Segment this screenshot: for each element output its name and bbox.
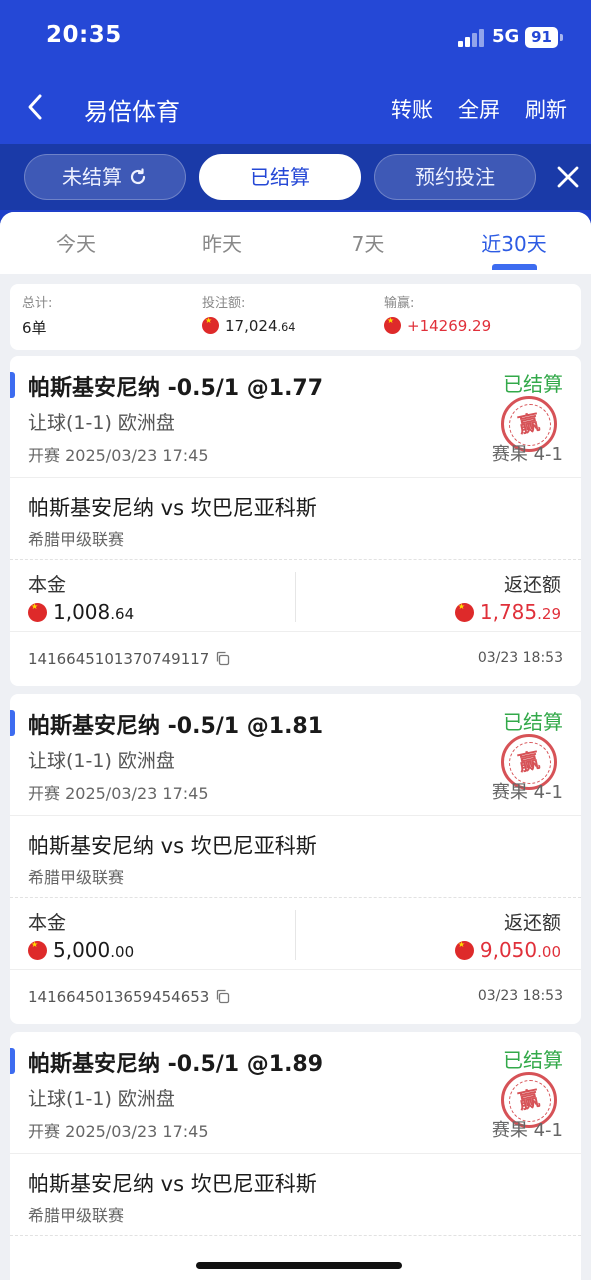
summary-panel: 总计: 6单 投注额: 17,024.64 输赢: +14269.29 <box>10 284 581 350</box>
tab-30-days[interactable]: 近30天 <box>454 228 574 257</box>
bet-title: 帕斯基安尼纳 -0.5/1 @1.81 <box>28 714 324 739</box>
league-name: 希腊甲级联赛 <box>28 868 125 887</box>
match-result: 赛果 4-1 <box>491 1120 563 1141</box>
status-bar: 20:35 5G 91 <box>0 0 591 74</box>
match-teams: 帕斯基安尼纳 vs 坎巴尼亚科斯 <box>28 1172 317 1196</box>
status-badge: 已结算 <box>503 372 563 396</box>
bet-title: 帕斯基安尼纳 -0.5/1 @1.89 <box>28 1052 324 1077</box>
page-title: 易倍体育 <box>84 98 180 126</box>
league-name: 希腊甲级联赛 <box>28 530 125 549</box>
home-indicator[interactable] <box>196 1262 402 1269</box>
period-tabs: 今天 昨天 7天 近30天 <box>0 212 591 274</box>
stake-total-label: 投注额: <box>202 296 246 311</box>
order-id: 1416645101370749117 <box>28 650 230 668</box>
market-type: 让球(1-1) 欧洲盘 <box>28 750 175 772</box>
bet-card[interactable]: 帕斯基安尼纳 -0.5/1 @1.77 已结算 赢 让球(1-1) 欧洲盘 开赛… <box>10 356 581 686</box>
tab-unsettled-label: 未结算 <box>62 165 122 189</box>
market-type: 让球(1-1) 欧洲盘 <box>28 1088 175 1110</box>
divider <box>295 910 296 960</box>
cny-flag-icon <box>202 316 219 334</box>
settle-time: 03/23 18:53 <box>477 650 563 666</box>
return-amount: 9,050.00 <box>454 938 561 962</box>
match-teams: 帕斯基安尼纳 vs 坎巴尼亚科斯 <box>28 496 317 520</box>
copy-icon[interactable] <box>215 989 230 1004</box>
clock: 20:35 <box>46 22 122 48</box>
battery-icon: 91 <box>525 27 558 48</box>
return-label: 返还额 <box>503 574 561 596</box>
refresh-button[interactable]: 刷新 <box>525 94 567 124</box>
settle-time: 03/23 18:53 <box>477 988 563 1004</box>
total-label: 总计: <box>22 296 53 311</box>
network-label: 5G <box>492 26 520 47</box>
copy-icon[interactable] <box>215 651 230 666</box>
close-icon[interactable] <box>556 165 580 189</box>
bet-card[interactable]: 帕斯基安尼纳 -0.5/1 @1.81 已结算 赢 让球(1-1) 欧洲盘 开赛… <box>10 694 581 1024</box>
signal-icon <box>458 29 486 47</box>
status-badge: 已结算 <box>503 710 563 734</box>
stake-amount: 1,008.64 <box>28 600 134 624</box>
tab-yesterday[interactable]: 昨天 <box>162 228 282 257</box>
league-name: 希腊甲级联赛 <box>28 1206 125 1225</box>
kickoff-time: 开赛 2025/03/23 17:45 <box>28 446 209 465</box>
order-id: 1416645013659454653 <box>28 988 230 1006</box>
divider <box>295 572 296 622</box>
status-badge: 已结算 <box>503 1048 563 1072</box>
win-loss-label: 输赢: <box>384 296 415 311</box>
return-label: 返还额 <box>503 912 561 934</box>
cny-flag-icon <box>384 316 401 334</box>
battery-tip <box>560 34 563 41</box>
refresh-icon <box>130 168 146 185</box>
return-amount: 1,785.29 <box>454 600 561 624</box>
cny-flag-icon <box>454 602 474 622</box>
active-tab-indicator <box>492 264 537 270</box>
match-result: 赛果 4-1 <box>491 782 563 803</box>
tab-settled[interactable]: 已结算 <box>199 154 361 200</box>
cny-flag-icon <box>28 602 47 622</box>
bet-title: 帕斯基安尼纳 -0.5/1 @1.77 <box>28 376 324 401</box>
nav-bar: 易倍体育 转账 全屏 刷新 <box>0 74 591 144</box>
kickoff-time: 开赛 2025/03/23 17:45 <box>28 1122 209 1141</box>
transfer-button[interactable]: 转账 <box>391 94 433 124</box>
stake-label: 本金 <box>28 912 67 934</box>
accent-bar <box>10 372 15 398</box>
bet-records-sheet: 今天 昨天 7天 近30天 总计: 6单 投注额: 17,024.64 输赢: … <box>0 212 591 1280</box>
cny-flag-icon <box>454 940 474 960</box>
fullscreen-button[interactable]: 全屏 <box>458 94 500 124</box>
market-type: 让球(1-1) 欧洲盘 <box>28 412 175 434</box>
back-arrow-icon[interactable] <box>22 92 52 122</box>
tab-today[interactable]: 今天 <box>16 228 136 257</box>
bet-card[interactable]: 帕斯基安尼纳 -0.5/1 @1.89 已结算 赢 让球(1-1) 欧洲盘 开赛… <box>10 1032 581 1280</box>
accent-bar <box>10 1048 15 1074</box>
cny-flag-icon <box>28 940 47 960</box>
total-value: 6单 <box>22 319 47 337</box>
tab-unsettled[interactable]: 未结算 <box>24 154 186 200</box>
win-loss-value: +14269.29 <box>384 316 491 335</box>
accent-bar <box>10 710 15 736</box>
stake-label: 本金 <box>28 574 67 596</box>
tab-reserved-bets[interactable]: 预约投注 <box>374 154 536 200</box>
bet-status-segments: 未结算 已结算 预约投注 <box>0 144 591 210</box>
match-result: 赛果 4-1 <box>491 444 563 465</box>
tab-7-days[interactable]: 7天 <box>308 228 428 257</box>
stake-total-value: 17,024.64 <box>202 316 295 335</box>
stake-amount: 5,000.00 <box>28 938 134 962</box>
kickoff-time: 开赛 2025/03/23 17:45 <box>28 784 209 803</box>
match-teams: 帕斯基安尼纳 vs 坎巴尼亚科斯 <box>28 834 317 858</box>
